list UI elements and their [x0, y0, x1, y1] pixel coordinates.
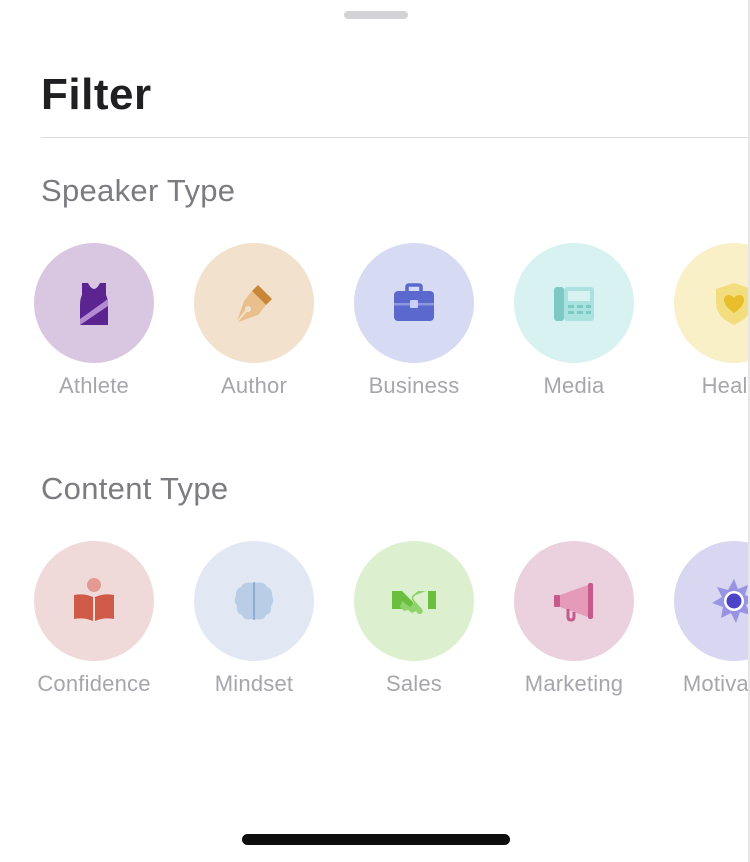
briefcase-icon — [390, 279, 438, 327]
filter-marketing-label: Marketing — [524, 671, 624, 696]
filter-author-label: Author — [220, 373, 288, 398]
filter-mindset[interactable]: Mindset — [174, 541, 334, 711]
filter-sales[interactable]: Sales — [334, 541, 494, 711]
filter-sheet: Filter Speaker Type Athlete Author Busin… — [0, 0, 750, 862]
content-type-row: Confidence Mindset Sales Marketing Motiv… — [0, 541, 750, 711]
filter-sales-label: Sales — [385, 671, 443, 696]
speaker-type-row: Athlete Author Business Media Heal — [0, 243, 750, 413]
athlete-circle — [34, 243, 154, 363]
speaker-type-heading: Speaker Type — [41, 173, 236, 208]
title-divider — [41, 137, 750, 138]
shield-heart-icon — [710, 279, 750, 327]
brain-icon — [230, 577, 278, 625]
fax-machine-icon — [550, 279, 598, 327]
filter-athlete[interactable]: Athlete — [14, 243, 174, 413]
filter-media[interactable]: Media — [494, 243, 654, 413]
reading-person-icon — [70, 577, 118, 625]
filter-athlete-label: Athlete — [59, 373, 129, 398]
sales-circle — [354, 541, 474, 661]
business-circle — [354, 243, 474, 363]
motivation-circle — [674, 541, 750, 661]
fountain-pen-icon — [230, 279, 278, 327]
filter-motivation[interactable]: Motivation — [654, 541, 750, 711]
filter-media-label: Media — [543, 373, 605, 398]
filter-health-label: Health — [701, 373, 750, 398]
filter-mindset-label: Mindset — [214, 671, 294, 696]
sheet-grabber[interactable] — [344, 11, 408, 19]
media-circle — [514, 243, 634, 363]
marketing-circle — [514, 541, 634, 661]
health-circle — [674, 243, 750, 363]
page-title: Filter — [41, 70, 152, 119]
home-indicator[interactable] — [242, 834, 510, 845]
filter-health[interactable]: Health — [654, 243, 750, 413]
content-type-heading: Content Type — [41, 471, 229, 506]
author-circle — [194, 243, 314, 363]
filter-motivation-label: Motivation — [682, 671, 750, 696]
filter-confidence[interactable]: Confidence — [14, 541, 174, 711]
filter-marketing[interactable]: Marketing — [494, 541, 654, 711]
filter-confidence-label: Confidence — [37, 671, 151, 696]
filter-business[interactable]: Business — [334, 243, 494, 413]
megaphone-icon — [550, 577, 598, 625]
filter-business-label: Business — [368, 373, 460, 398]
athlete-jersey-icon — [70, 279, 118, 327]
confidence-circle — [34, 541, 154, 661]
mindset-circle — [194, 541, 314, 661]
sun-icon — [710, 577, 750, 625]
filter-author[interactable]: Author — [174, 243, 334, 413]
handshake-icon — [390, 577, 438, 625]
